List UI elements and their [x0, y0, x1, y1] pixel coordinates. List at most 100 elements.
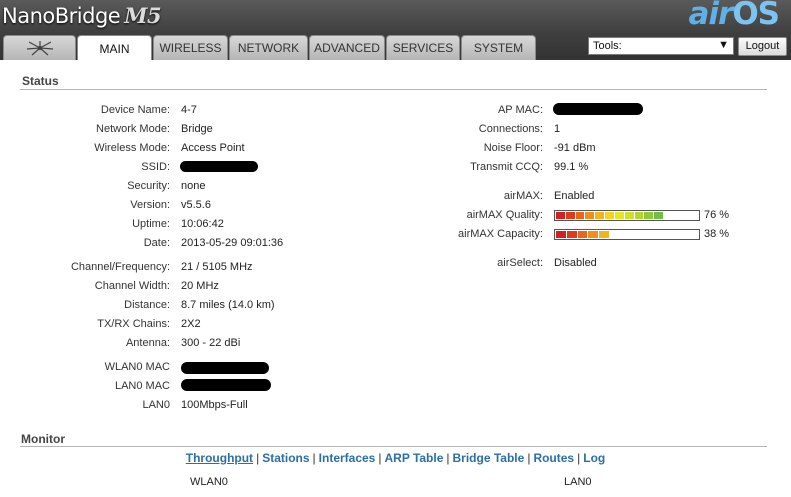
- status-value: v5.5.6: [181, 199, 211, 211]
- link-throughput[interactable]: Throughput: [186, 451, 253, 465]
- level-segment: [588, 231, 600, 238]
- monitor-section-title: Monitor: [21, 432, 65, 446]
- tab-network[interactable]: NETWORK: [229, 35, 308, 60]
- brand-os: OS: [732, 0, 780, 32]
- level-percent: 76 %: [704, 209, 730, 221]
- status-label: Antenna:: [125, 337, 170, 349]
- monitor-links: Throughput | Stations | Interfaces | ARP Table…: [0, 451, 791, 465]
- status-value: 20 MHz: [181, 280, 219, 292]
- level-segment: [599, 231, 610, 238]
- main-content: Status Device Name: 4-7 Network Mode: Bridg…: [0, 60, 791, 497]
- separator: |: [527, 451, 531, 465]
- level-segment: [605, 212, 615, 219]
- status-value: Enabled: [554, 190, 595, 202]
- status-value: 10:06:42: [181, 218, 224, 230]
- level-segment: [634, 212, 645, 219]
- status-value: none: [181, 180, 206, 192]
- status-label: Device Name:: [100, 104, 170, 116]
- level-segment: [565, 212, 576, 219]
- tab-system[interactable]: SYSTEM: [461, 35, 536, 60]
- monitor-divider: [20, 446, 767, 447]
- level-segment: [624, 212, 635, 219]
- status-value: Disabled: [554, 257, 597, 269]
- separator: |: [577, 451, 581, 465]
- level-bar-fill: [556, 212, 664, 219]
- status-label: Version:: [130, 199, 170, 211]
- separator: |: [378, 451, 382, 465]
- status-value: 4-7: [181, 104, 197, 116]
- status-value: Bridge: [181, 123, 213, 135]
- status-label: Transmit CCQ:: [470, 161, 543, 173]
- status-label: AP MAC:: [497, 104, 543, 116]
- level-segment: [566, 231, 578, 238]
- level-segment: [556, 231, 567, 238]
- status-divider: [20, 89, 767, 90]
- level-bar: [554, 210, 700, 221]
- status-label: WLAN0 MAC: [104, 361, 170, 373]
- status-label: Noise Floor:: [483, 142, 543, 154]
- status-label: Uptime:: [132, 218, 170, 230]
- ubiquiti-logo-icon: [26, 41, 53, 56]
- status-label: Distance:: [124, 299, 170, 311]
- status-value: -91 dBm: [554, 142, 596, 154]
- status-label: Connections:: [478, 123, 543, 135]
- status-label: airMAX Quality:: [466, 209, 543, 221]
- status-label: Channel Width:: [94, 280, 170, 292]
- level-segment: [585, 212, 596, 219]
- status-value: 2X2: [181, 318, 201, 330]
- status-value: 2013-05-29 09:01:36: [181, 237, 284, 249]
- level-percent: 38 %: [704, 228, 730, 240]
- level-segment: [556, 212, 566, 219]
- separator: |: [312, 451, 316, 465]
- device-logo: NanoBridge M5: [2, 3, 162, 28]
- wlan0-graph-title: WLAN0: [190, 476, 228, 488]
- redaction-mark: [181, 379, 271, 391]
- logout-button[interactable]: Logout: [738, 37, 787, 56]
- redaction-mark: [553, 103, 643, 115]
- link-interfaces[interactable]: Interfaces: [319, 451, 376, 465]
- status-value: 8.7 miles (14.0 km): [181, 299, 275, 311]
- level-segment: [577, 231, 589, 238]
- status-label: airMAX:: [503, 190, 543, 202]
- link-arp-table[interactable]: ARP Table: [384, 451, 443, 465]
- level-segment: [644, 212, 655, 219]
- airos-logo: airOS: [688, 0, 780, 32]
- status-value: 21 / 5105 MHz: [181, 261, 253, 273]
- redaction-mark: [181, 362, 269, 374]
- lan0-graph-title: LAN0: [564, 476, 592, 488]
- tab-wireless[interactable]: WIRELESS: [153, 35, 228, 60]
- status-label: Channel/Frequency:: [70, 261, 170, 273]
- header-bar: NanoBridge M5 airOS MAIN WIRELESS NETWORK…: [0, 0, 791, 61]
- tools-select[interactable]: Tools: ▼: [588, 37, 734, 55]
- status-label: TX/RX Chains:: [97, 318, 170, 330]
- device-model: M5: [124, 3, 162, 28]
- status-label: Wireless Mode:: [94, 142, 170, 154]
- tab-ubnt[interactable]: [3, 35, 76, 60]
- tab-main[interactable]: MAIN: [77, 35, 152, 61]
- link-routes[interactable]: Routes: [533, 451, 574, 465]
- separator: |: [446, 451, 450, 465]
- status-value: 1: [554, 123, 561, 135]
- status-label: Network Mode:: [96, 123, 170, 135]
- tab-advanced[interactable]: ADVANCED: [309, 35, 385, 60]
- tools-select-value: Tools:: [593, 40, 622, 52]
- level-bar: [554, 229, 700, 240]
- level-segment: [614, 212, 625, 219]
- device-name: NanoBridge: [2, 4, 121, 28]
- status-label: airMAX Capacity:: [458, 228, 543, 240]
- status-label: LAN0 MAC: [114, 380, 170, 392]
- status-label: LAN0: [142, 399, 170, 411]
- level-segment: [654, 212, 664, 219]
- link-log[interactable]: Log: [583, 451, 605, 465]
- separator: |: [256, 451, 260, 465]
- status-value: 100Mbps-Full: [181, 399, 248, 411]
- status-label: Date:: [143, 237, 170, 249]
- status-value: 99.1 %: [554, 161, 589, 173]
- tab-services[interactable]: SERVICES: [386, 35, 460, 60]
- brand-air: air: [688, 0, 733, 32]
- link-stations[interactable]: Stations: [262, 451, 309, 465]
- status-label: SSID:: [141, 161, 170, 173]
- link-bridge-table[interactable]: Bridge Table: [453, 451, 525, 465]
- level-bar-fill: [556, 231, 610, 238]
- redaction-mark: [180, 161, 258, 172]
